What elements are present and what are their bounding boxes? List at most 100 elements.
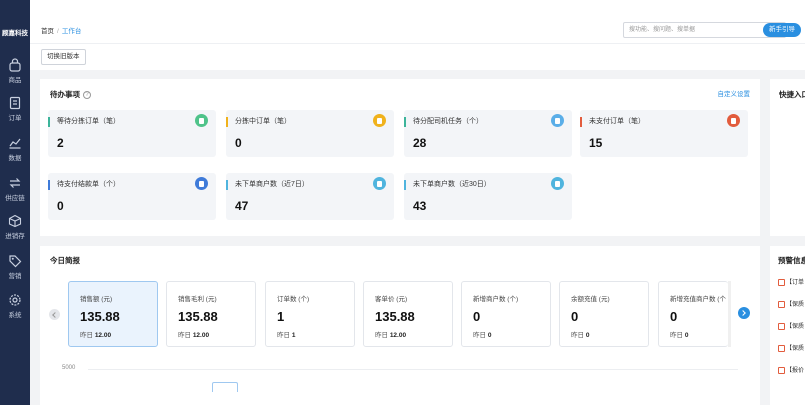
todo-card-value: 43 [413, 199, 427, 213]
stat-value: 0 [670, 309, 678, 324]
sidebar-item-label: 订单 [8, 115, 22, 122]
chart-gridline [88, 369, 738, 370]
sidebar-item-system[interactable]: 系统 [0, 293, 30, 321]
stat-card[interactable]: 销售额 (元) 135.88 昨日 12.00 [68, 281, 158, 347]
clipboard-icon [195, 114, 208, 127]
search-input[interactable] [629, 25, 767, 35]
stat-label: 新增充值商户数 (个 [670, 296, 726, 303]
todo-card-bar [404, 117, 406, 127]
stat-value: 0 [571, 309, 579, 324]
todo-card-value: 2 [57, 136, 64, 150]
todo-card-label: 待分配司机任务（个） [413, 118, 483, 125]
stat-value: 0 [473, 309, 481, 324]
todo-card[interactable]: 等待分拣订单（笔） 2 [48, 110, 216, 157]
tag-icon [9, 255, 22, 268]
document-icon [9, 96, 21, 110]
sidebar-item-label: 系统 [8, 312, 22, 319]
stat-previous-value: 12.00 [94, 332, 112, 339]
stat-previous: 昨日 12.00 [178, 329, 209, 339]
todo-card-bar [48, 180, 50, 190]
stat-previous-value: 0 [487, 332, 492, 339]
brand-logo: 顾嘉科技 [2, 30, 28, 37]
todo-title: 待办事项? [50, 89, 91, 100]
scroll-left-button[interactable] [49, 309, 60, 320]
stat-previous-value: 0 [585, 332, 590, 339]
warning-item-text: 【报价 [786, 368, 805, 374]
search-box [623, 22, 786, 38]
stat-label: 销售毛利 (元) [178, 296, 217, 303]
todo-card-bar [404, 180, 406, 190]
store-icon [373, 177, 386, 190]
warning-icon [778, 366, 785, 374]
todo-card-bar [226, 117, 228, 127]
box-icon [8, 214, 22, 228]
warning-item-text: 【保质 [786, 346, 805, 352]
user-icon [551, 114, 564, 127]
stat-value: 135.88 [80, 309, 120, 324]
todo-card[interactable]: 未下单商户数（近7日） 47 [226, 173, 394, 220]
stat-card[interactable]: 订单数 (个) 1 昨日 1 [265, 281, 355, 347]
breadcrumb-current: 工作台 [61, 28, 82, 35]
stat-previous: 昨日 0 [571, 329, 589, 339]
warning-item[interactable]: 【保质 [778, 299, 804, 308]
sidebar-item-data[interactable]: 数据 [0, 136, 30, 164]
warning-item[interactable]: 【保质 [778, 343, 804, 352]
stat-card[interactable]: 销售毛利 (元) 135.88 昨日 12.00 [166, 281, 256, 347]
warning-title: 预警信息 [778, 256, 805, 265]
cards-scrollbar[interactable] [728, 281, 731, 347]
todo-card[interactable]: 未下单商户数（近30日） 43 [404, 173, 572, 220]
sidebar-item-inventory[interactable]: 进销存 [0, 214, 30, 242]
todo-card-value: 28 [413, 136, 427, 150]
todo-card[interactable]: 待分配司机任务（个） 28 [404, 110, 572, 157]
stat-label: 新增商户数 (个) [473, 296, 519, 303]
todo-panel: 待办事项? 自定义设置 等待分拣订单（笔） 2 分拣中订单（笔） 0 待分配司机… [40, 79, 760, 236]
clipboard-icon [727, 114, 740, 127]
todo-card[interactable]: 分拣中订单（笔） 0 [226, 110, 394, 157]
clipboard-icon [195, 177, 208, 190]
report-title: 今日简报 [50, 256, 80, 265]
todo-title-text: 待办事项 [50, 90, 80, 99]
sidebar-item-label: 商品 [8, 77, 22, 84]
todo-card[interactable]: 待支付结款单（个） 0 [48, 173, 216, 220]
help-icon[interactable]: ? [83, 91, 91, 100]
breadcrumb: 首页 / 工作台 [41, 28, 82, 35]
warning-item-text: 【保质 [786, 324, 805, 330]
todo-card-value: 15 [589, 136, 603, 150]
todo-card-label: 未下单商户数（近7日） [235, 181, 309, 188]
guide-button[interactable]: 新手引导 [763, 23, 801, 37]
sidebar-item-marketing[interactable]: 营销 [0, 254, 30, 282]
stat-card[interactable]: 新增商户数 (个) 0 昨日 0 [461, 281, 551, 347]
warning-item-text: 【订单 [786, 280, 805, 286]
scroll-right-button[interactable] [738, 307, 750, 319]
stat-previous: 昨日 12.00 [80, 329, 111, 339]
stat-previous-label: 昨日 [473, 332, 486, 339]
stat-card[interactable]: 客单价 (元) 135.88 昨日 12.00 [363, 281, 453, 347]
sidebar-item-supply-chain[interactable]: 供应链 [0, 176, 30, 204]
clipboard-icon [373, 114, 386, 127]
stat-previous-label: 昨日 [571, 332, 584, 339]
stat-previous-label: 昨日 [375, 332, 388, 339]
custom-settings-link[interactable]: 自定义设置 [718, 88, 751, 98]
todo-card-label: 未下单商户数（近30日） [413, 181, 491, 188]
todo-card-bar [48, 117, 50, 127]
sidebar-item-products[interactable]: 商品 [0, 58, 30, 86]
stat-previous: 昨日 1 [277, 329, 295, 339]
stat-card[interactable]: 余额充值 (元) 0 昨日 0 [559, 281, 649, 347]
sidebar-item-orders[interactable]: 订单 [0, 96, 30, 124]
warning-item[interactable]: 【订单 [778, 277, 804, 286]
stat-label: 客单价 (元) [375, 296, 408, 303]
warning-item[interactable]: 【报价 [778, 365, 804, 374]
sidebar-item-label: 进销存 [5, 233, 25, 240]
stat-label: 余额充值 (元) [571, 296, 610, 303]
top-bar: 首页/工作台 新手引导 [30, 0, 805, 43]
todo-card-value: 0 [57, 199, 64, 213]
switch-version-button[interactable]: 切换旧版本 [41, 49, 86, 65]
stat-previous-label: 昨日 [80, 332, 93, 339]
sidebar-item-label: 供应链 [5, 195, 25, 202]
warning-icon [778, 344, 785, 352]
warning-icon [778, 278, 785, 286]
todo-card[interactable]: 未支付订单（笔） 15 [580, 110, 748, 157]
breadcrumb-home[interactable]: 首页 [41, 28, 54, 35]
stat-card[interactable]: 新增充值商户数 (个 0 昨日 0 [658, 281, 728, 347]
warning-item[interactable]: 【保质 [778, 321, 804, 330]
